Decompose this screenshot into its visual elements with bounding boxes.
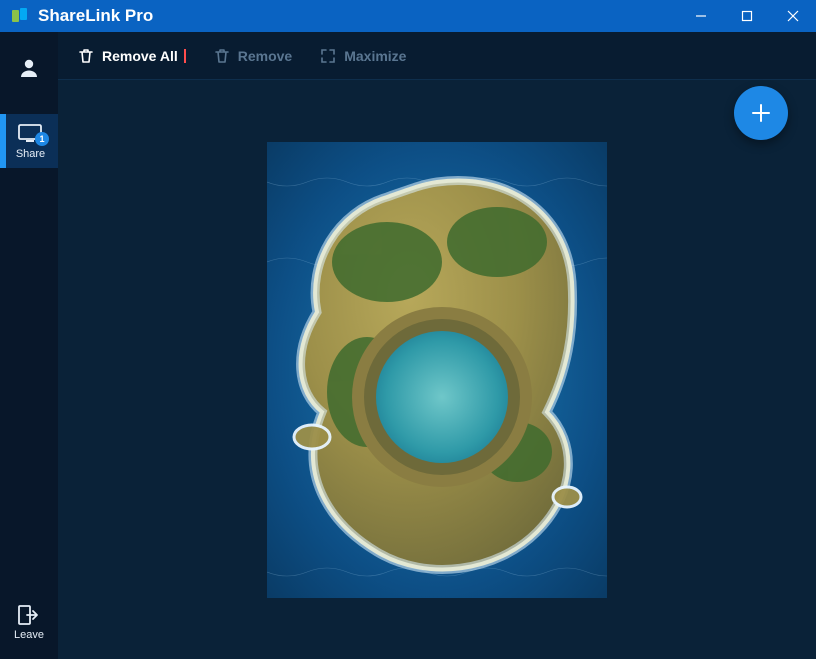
close-window-button[interactable] bbox=[770, 0, 816, 32]
add-button[interactable] bbox=[734, 86, 788, 140]
shared-image-thumbnail[interactable] bbox=[267, 142, 607, 598]
main-panel: Remove All Remove Maximize bbox=[58, 32, 816, 659]
window-controls bbox=[678, 0, 816, 32]
remove-all-button[interactable]: Remove All bbox=[78, 48, 186, 64]
share-count-badge: 1 bbox=[35, 132, 49, 146]
app-logo-icon bbox=[10, 6, 30, 26]
sidebar-item-leave[interactable]: Leave bbox=[0, 595, 58, 649]
remove-all-label: Remove All bbox=[102, 48, 178, 64]
sidebar: 1 Share Leave bbox=[0, 32, 58, 659]
trash-icon bbox=[78, 48, 94, 64]
plus-icon bbox=[750, 102, 772, 124]
app-title: ShareLink Pro bbox=[38, 6, 678, 26]
remove-button: Remove bbox=[214, 48, 292, 64]
exit-icon bbox=[18, 605, 40, 625]
trash-icon bbox=[214, 48, 230, 64]
maximize-label: Maximize bbox=[344, 48, 406, 64]
toolbar: Remove All Remove Maximize bbox=[58, 32, 816, 80]
sidebar-leave-label: Leave bbox=[14, 629, 44, 641]
expand-icon bbox=[320, 48, 336, 64]
maximize-window-button[interactable] bbox=[724, 0, 770, 32]
content-area bbox=[58, 80, 816, 659]
sidebar-item-share[interactable]: 1 Share bbox=[0, 114, 58, 168]
person-icon bbox=[17, 56, 41, 80]
sidebar-item-profile[interactable] bbox=[0, 46, 58, 88]
text-cursor bbox=[184, 49, 186, 63]
sidebar-share-label: Share bbox=[16, 148, 45, 160]
title-bar: ShareLink Pro bbox=[0, 0, 816, 32]
remove-label: Remove bbox=[238, 48, 292, 64]
minimize-button[interactable] bbox=[678, 0, 724, 32]
maximize-button: Maximize bbox=[320, 48, 406, 64]
